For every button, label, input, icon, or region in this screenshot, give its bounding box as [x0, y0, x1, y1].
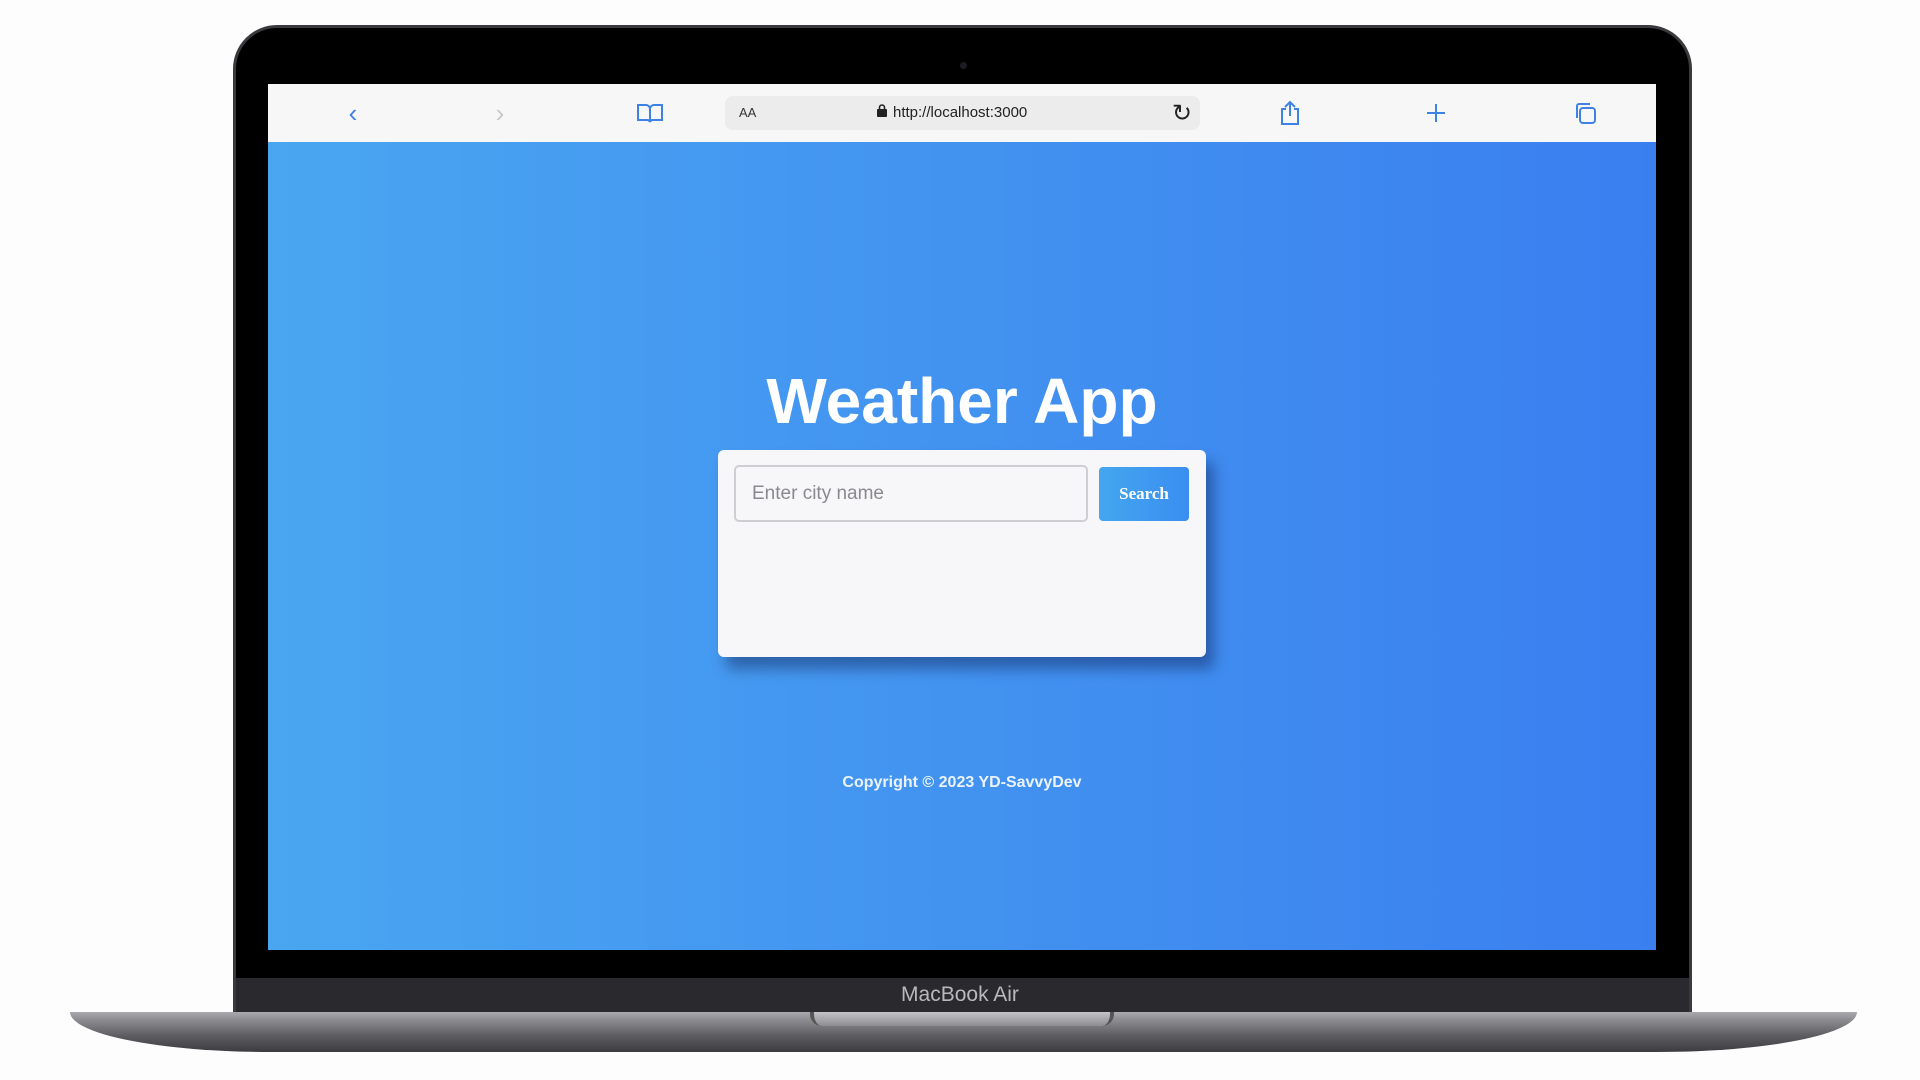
reload-icon[interactable]: ↻: [1172, 99, 1192, 128]
browser-toolbar: ‹ › AA http://localhost:3000 ↻: [268, 84, 1656, 142]
lock-icon: [877, 104, 887, 121]
forward-icon[interactable]: ›: [485, 98, 515, 128]
search-button[interactable]: Search: [1099, 467, 1189, 521]
screen: ‹ › AA http://localhost:3000 ↻ Weather A…: [268, 84, 1656, 950]
device-label: MacBook Air: [901, 983, 1019, 1006]
back-icon[interactable]: ‹: [338, 98, 368, 128]
camera: [960, 62, 967, 69]
reader-button[interactable]: AA: [739, 105, 756, 120]
tabs-icon[interactable]: [1570, 98, 1600, 128]
new-tab-icon[interactable]: [1421, 98, 1451, 128]
city-search-input[interactable]: [734, 465, 1088, 522]
page-title: Weather App: [766, 365, 1158, 437]
laptop-notch: [810, 1012, 1114, 1026]
bookmarks-icon[interactable]: [635, 98, 665, 128]
footer-copyright: Copyright © 2023 YD-SavvyDev: [842, 774, 1082, 791]
address-bar[interactable]: AA http://localhost:3000 ↻: [725, 96, 1200, 130]
weather-page: Weather App Search Copyright © 2023 YD-S…: [268, 142, 1656, 950]
url-text[interactable]: http://localhost:3000: [893, 104, 1027, 121]
search-card: Search: [718, 450, 1206, 657]
share-icon[interactable]: [1275, 98, 1305, 128]
